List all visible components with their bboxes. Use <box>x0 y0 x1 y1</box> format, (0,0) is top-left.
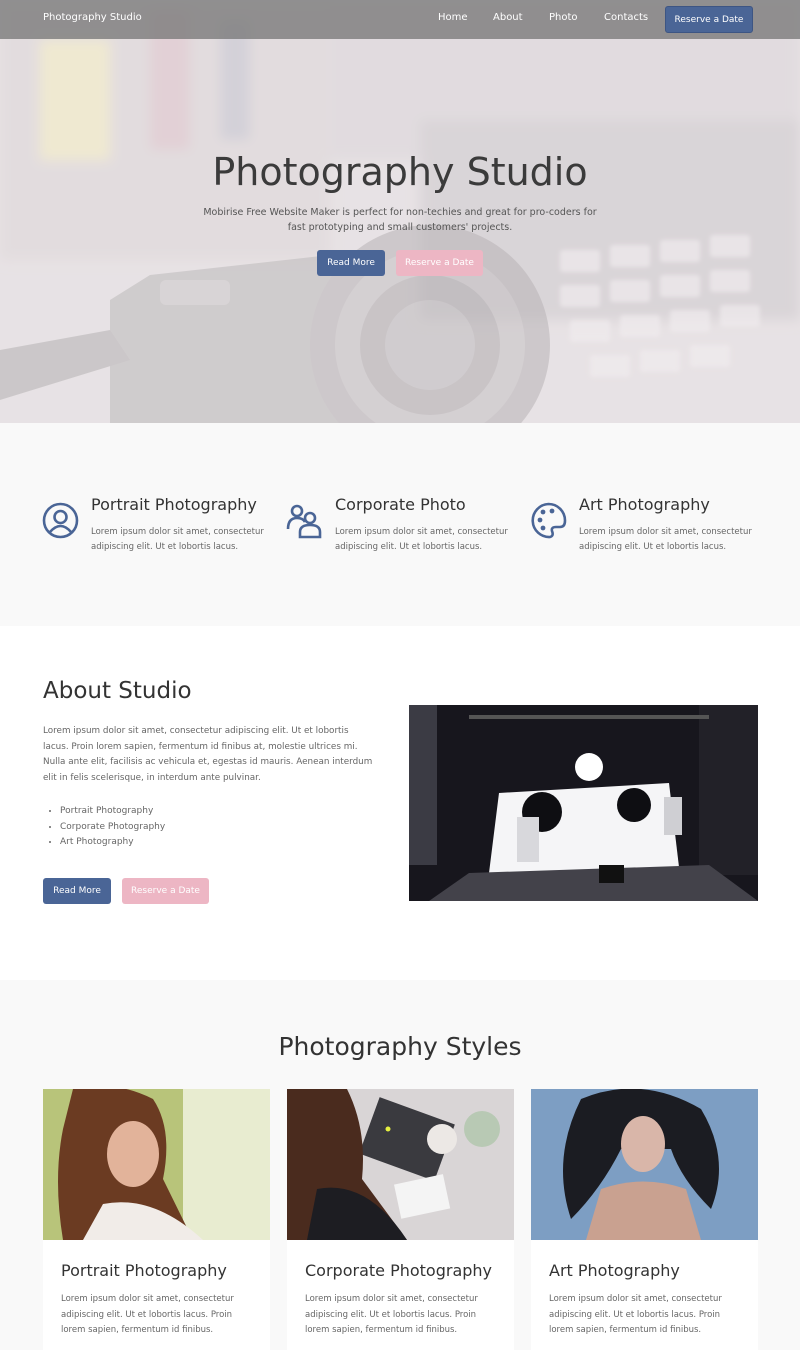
hero-reserve-button[interactable]: Reserve a Date <box>396 250 483 276</box>
card-text: Lorem ipsum dolor sit amet, consectetur … <box>305 1294 478 1335</box>
nav-reserve-button[interactable]: Reserve a Date <box>665 6 753 33</box>
users-icon <box>286 504 322 539</box>
hero-title: Photography Studio <box>212 150 588 194</box>
about-read-more-button[interactable]: Read More <box>43 878 111 904</box>
styles-title: Photography Styles <box>278 1032 522 1061</box>
brand-logo[interactable]: Photography Studio <box>43 12 142 23</box>
styles-section: Photography Styles Portrait Photography … <box>0 980 800 1350</box>
nav-photo[interactable]: Photo <box>549 12 578 23</box>
features-section: Portrait Photography Lorem ipsum dolor s… <box>0 423 800 626</box>
portrait-image <box>43 1089 270 1240</box>
hero-read-more-button[interactable]: Read More <box>317 250 385 276</box>
nav-about[interactable]: About <box>493 12 523 23</box>
about-text: Lorem ipsum dolor sit amet, consectetur … <box>43 726 373 783</box>
feature-title: Portrait Photography <box>91 495 257 514</box>
style-card-portrait[interactable]: Portrait Photography Lorem ipsum dolor s… <box>43 1089 270 1350</box>
style-card-art[interactable]: Art Photography Lorem ipsum dolor sit am… <box>531 1089 758 1350</box>
feature-text: Lorem ipsum dolor sit amet, consectetur … <box>579 527 752 552</box>
nav-contacts[interactable]: Contacts <box>604 12 648 23</box>
nav-home[interactable]: Home <box>438 12 468 23</box>
card-title: Art Photography <box>549 1261 680 1280</box>
card-title: Corporate Photography <box>305 1261 493 1280</box>
about-title: About Studio <box>43 678 192 704</box>
feature-text: Lorem ipsum dolor sit amet, consectetur … <box>91 527 264 552</box>
card-text: Lorem ipsum dolor sit amet, consectetur … <box>61 1294 234 1335</box>
art-image <box>531 1089 758 1240</box>
palette-icon <box>531 502 567 539</box>
about-section: About Studio Lorem ipsum dolor sit amet,… <box>0 626 800 980</box>
card-text: Lorem ipsum dolor sit amet, consectetur … <box>549 1294 722 1335</box>
feature-text: Lorem ipsum dolor sit amet, consectetur … <box>335 527 508 552</box>
list-item: Art Photography <box>60 835 165 851</box>
list-item: Portrait Photography <box>60 804 165 820</box>
list-item: Corporate Photography <box>60 820 165 836</box>
card-title: Portrait Photography <box>61 1261 227 1280</box>
style-card-corporate[interactable]: Corporate Photography Lorem ipsum dolor … <box>287 1089 514 1350</box>
corporate-image <box>287 1089 514 1240</box>
about-list: Portrait Photography Corporate Photograp… <box>60 804 165 851</box>
hero-section: Photography Studio Mobirise Free Website… <box>0 0 800 423</box>
feature-title: Corporate Photo <box>335 495 466 514</box>
about-reserve-button[interactable]: Reserve a Date <box>122 878 209 904</box>
hero-subtitle: Mobirise Free Website Maker is perfect f… <box>203 207 597 233</box>
user-circle-icon <box>42 502 79 539</box>
feature-title: Art Photography <box>579 495 710 514</box>
studio-image <box>409 705 758 901</box>
navbar: Photography Studio Home About Photo Cont… <box>0 0 800 39</box>
